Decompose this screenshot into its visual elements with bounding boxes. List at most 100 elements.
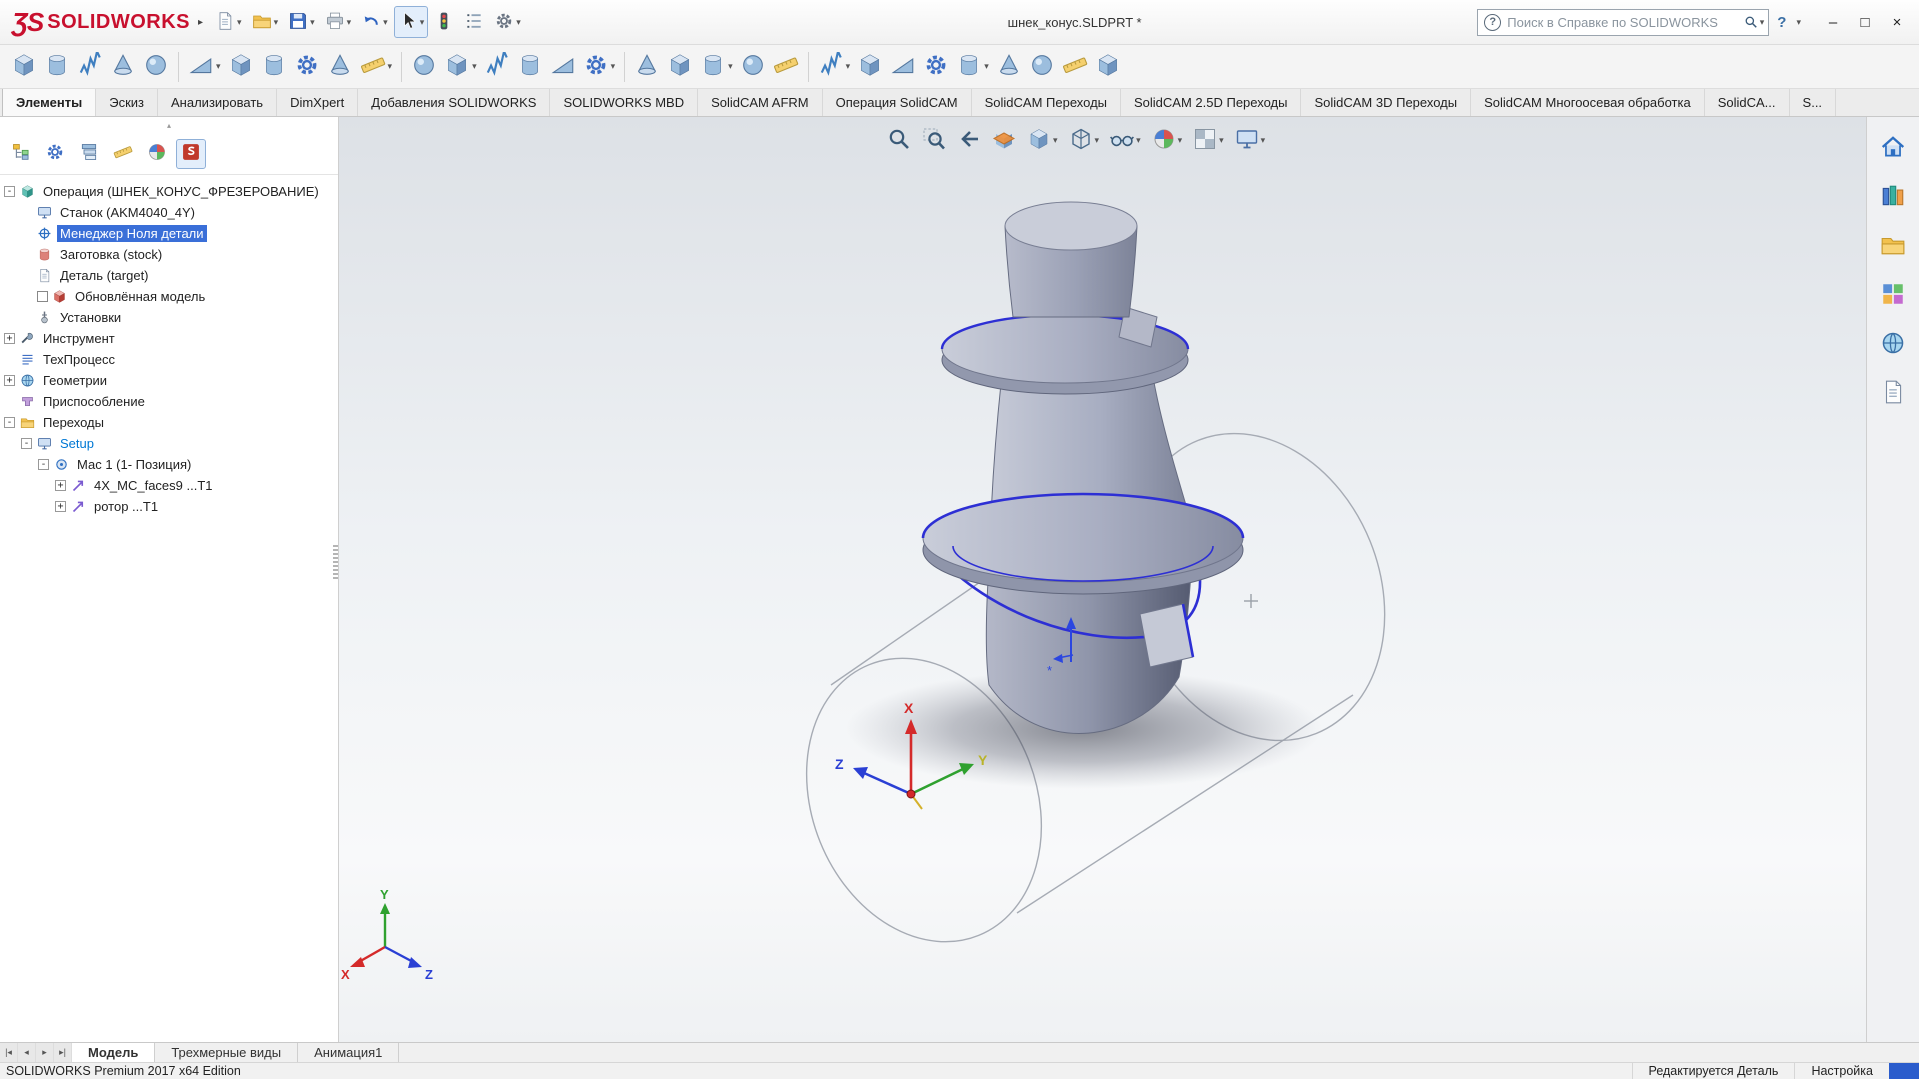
cam-toolbar-button[interactable] — [547, 49, 579, 85]
cam-toolbar-button[interactable] — [74, 48, 106, 85]
cam-toolbar-button[interactable] — [41, 49, 73, 85]
dropdown-caret-icon[interactable]: ▾ — [237, 17, 242, 28]
command-tab-5[interactable]: SOLIDWORKS MBD — [550, 89, 699, 116]
file-explorer-button[interactable] — [1874, 229, 1912, 263]
cam-toolbar-button[interactable] — [1026, 49, 1058, 85]
cam-toolbar-button[interactable] — [631, 49, 663, 85]
cam-toolbar-button[interactable]: ▾ — [953, 49, 992, 85]
tree-item-zero-manager[interactable]: Менеджер Ноля детали — [0, 223, 338, 244]
cam-toolbar-button[interactable]: ▾ — [815, 48, 854, 85]
hide-show-items-button[interactable]: ▾ — [1108, 125, 1143, 156]
model-view[interactable]: * X Y Z Y X Z — [339, 117, 1866, 1042]
featuremanager-tab[interactable] — [6, 139, 36, 169]
edit-appearance-button[interactable]: ▾ — [1150, 125, 1185, 156]
dropdown-caret-icon[interactable]: ▾ — [420, 17, 425, 28]
display-style-button[interactable]: ▾ — [1067, 125, 1102, 156]
model-tab-1[interactable]: Трехмерные виды — [155, 1043, 299, 1062]
tree-item-fixture[interactable]: Приспособление — [0, 391, 338, 412]
save-button[interactable]: ▾ — [284, 6, 319, 38]
command-tab-1[interactable]: Эскиз — [96, 89, 159, 116]
dropdown-caret-icon[interactable]: ▾ — [1178, 135, 1183, 146]
dropdown-caret-icon[interactable]: ▾ — [310, 17, 315, 28]
cam-toolbar-button[interactable]: ▾ — [441, 49, 480, 85]
solidworks-resources-button[interactable] — [1874, 131, 1912, 165]
cam-toolbar-button[interactable] — [993, 49, 1025, 85]
dropdown-caret-icon[interactable]: ▾ — [1053, 135, 1058, 146]
cam-toolbar-button[interactable] — [1059, 49, 1091, 85]
customize-label[interactable]: Настройка — [1794, 1063, 1889, 1079]
cam-toolbar-button[interactable] — [1092, 49, 1124, 85]
cam-toolbar-button[interactable] — [291, 49, 323, 85]
sheet-nav-first-button[interactable]: |◂ — [0, 1043, 18, 1062]
cam-toolbar-button[interactable] — [481, 48, 513, 85]
tree-item-target[interactable]: Деталь (target) — [0, 265, 338, 286]
collapse-icon[interactable]: - — [4, 186, 15, 197]
command-tab-4[interactable]: Добавления SOLIDWORKS — [358, 89, 551, 116]
command-tab-8[interactable]: SolidCAM Переходы — [972, 89, 1121, 116]
select-button[interactable]: ▾ — [393, 6, 429, 38]
apply-scene-button[interactable]: ▾ — [1191, 125, 1226, 156]
tree-item-mac-position[interactable]: - Мас 1 (1- Позиция) — [0, 454, 338, 475]
command-tab-6[interactable]: SolidCAM AFRM — [698, 89, 823, 116]
undo-button[interactable]: ▾ — [357, 6, 392, 38]
design-library-button[interactable] — [1874, 180, 1912, 214]
collapse-icon[interactable]: - — [21, 438, 32, 449]
command-tab-13[interactable]: S... — [1790, 89, 1837, 116]
cam-toolbar-button[interactable]: ▾ — [185, 49, 224, 85]
maximize-button[interactable]: □ — [1849, 7, 1881, 37]
command-tab-0[interactable]: Элементы — [2, 89, 97, 116]
new-document-button[interactable]: ▾ — [211, 6, 246, 38]
expand-icon[interactable]: + — [4, 375, 15, 386]
tree-item-process[interactable]: ТехПроцесс — [0, 349, 338, 370]
panel-splitter[interactable] — [333, 545, 338, 581]
custom-properties-button[interactable] — [1874, 376, 1912, 410]
tree-item-geometries[interactable]: + Геометрии — [0, 370, 338, 391]
tree-item-stock[interactable]: Заготовка (stock) — [0, 244, 338, 265]
tree-item-tool[interactable]: + Инструмент — [0, 328, 338, 349]
view-palette-button[interactable] — [1874, 278, 1912, 312]
tree-item-setup[interactable]: - Setup — [0, 433, 338, 454]
expand-icon[interactable]: + — [4, 333, 15, 344]
dropdown-caret-icon[interactable]: ▾ — [611, 61, 616, 72]
collapse-icon[interactable]: - — [4, 417, 15, 428]
zoom-fit-button[interactable] — [885, 125, 913, 156]
expand-icon[interactable]: + — [55, 501, 66, 512]
search-input[interactable] — [1507, 14, 1744, 30]
minimize-button[interactable]: – — [1817, 7, 1849, 37]
view-settings-button[interactable]: ▾ — [1233, 125, 1268, 156]
model-tab-0[interactable]: Модель — [72, 1043, 156, 1062]
cam-toolbar-button[interactable] — [854, 49, 886, 85]
cam-toolbar-button[interactable] — [140, 49, 172, 85]
dimxpertmanager-tab[interactable] — [108, 139, 138, 169]
file-properties-button[interactable] — [460, 6, 488, 38]
collapse-icon[interactable]: - — [38, 459, 49, 470]
dropdown-caret-icon[interactable]: ▾ — [383, 17, 388, 28]
model-checkbox[interactable] — [37, 291, 48, 302]
command-tab-9[interactable]: SolidCAM 2.5D Переходы — [1121, 89, 1302, 116]
section-view-button[interactable] — [990, 125, 1018, 156]
dropdown-caret-icon[interactable]: ▾ — [1261, 135, 1266, 146]
appearances-scenes-button[interactable] — [1874, 327, 1912, 361]
cam-toolbar-button[interactable]: ▾ — [697, 49, 736, 85]
sheet-nav-prev-button[interactable]: ◂ — [18, 1043, 36, 1062]
dropdown-caret-icon[interactable]: ▾ — [516, 17, 521, 28]
propertymanager-tab[interactable] — [40, 139, 70, 169]
cam-toolbar-button[interactable] — [324, 49, 356, 85]
dropdown-caret-icon[interactable]: ▾ — [347, 17, 352, 28]
tree-item-op-rotor[interactable]: + ротор ...T1 — [0, 496, 338, 517]
rebuild-button[interactable] — [430, 6, 458, 38]
cam-toolbar-button[interactable] — [664, 49, 696, 85]
command-tab-12[interactable]: SolidCA... — [1705, 89, 1790, 116]
model-tab-2[interactable]: Анимация1 — [298, 1043, 400, 1062]
sheet-nav-last-button[interactable]: ▸| — [54, 1043, 72, 1062]
tree-item-operation[interactable]: - Операция (ШНЕК_КОНУС_ФРЕЗЕРОВАНИЕ) — [0, 181, 338, 202]
command-tab-3[interactable]: DimXpert — [277, 89, 359, 116]
configurationmanager-tab[interactable] — [74, 139, 104, 169]
command-tab-11[interactable]: SolidCAM Многоосевая обработка — [1471, 89, 1705, 116]
sheet-nav-next-button[interactable]: ▸ — [36, 1043, 54, 1062]
help-button[interactable]: ? — [1775, 14, 1788, 31]
cam-toolbar-button[interactable] — [770, 49, 802, 85]
command-tab-10[interactable]: SolidCAM 3D Переходы — [1301, 89, 1472, 116]
dropdown-caret-icon[interactable]: ▾ — [216, 61, 221, 72]
close-button[interactable]: × — [1881, 7, 1913, 37]
